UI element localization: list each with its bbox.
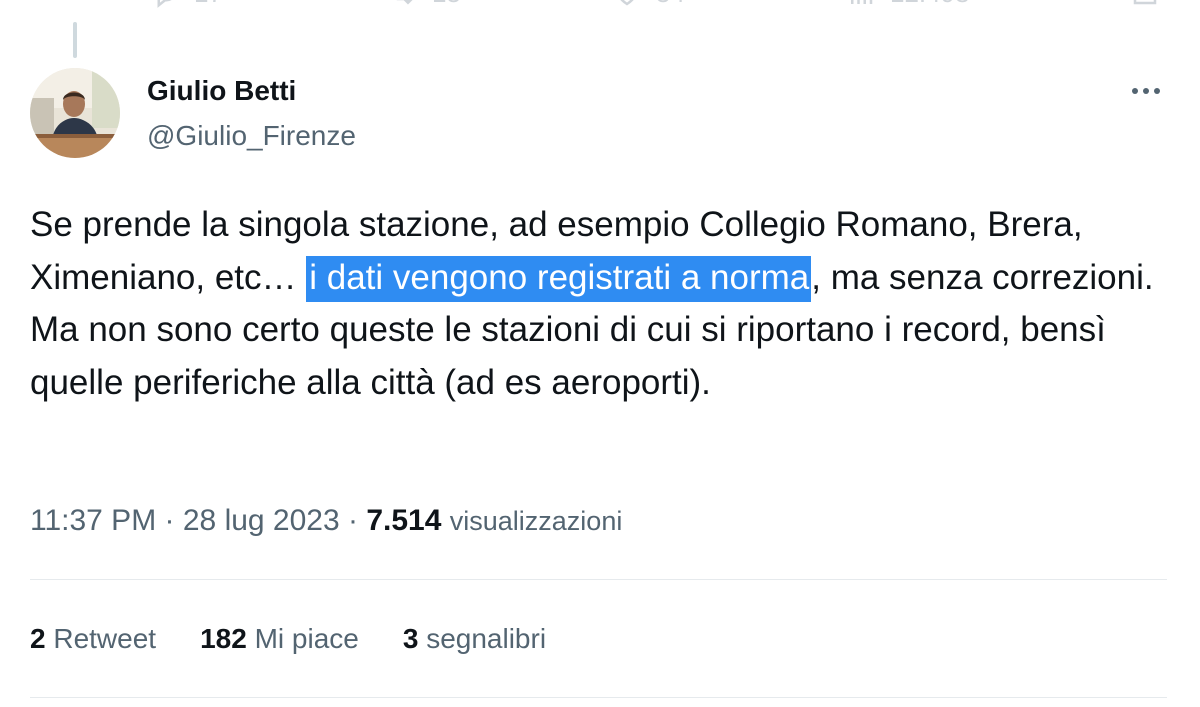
author-display-name[interactable]: Giulio Betti [147, 74, 296, 108]
tweet-meta: 11:37 PM · 28 lug 2023 · 7.514 visualizz… [30, 501, 622, 541]
retweets-stat[interactable]: 2 Retweet [30, 619, 156, 659]
avatar[interactable] [30, 68, 120, 158]
more-options-button[interactable] [1124, 78, 1168, 104]
bookmarks-count: 3 [402, 623, 419, 654]
likes-label: Mi piace [254, 623, 359, 654]
tweet-text-selection: i dati vengono registrati a norma [306, 255, 812, 302]
likes-count: 182 [200, 623, 247, 654]
previous-view-count: 12.498 [890, 0, 970, 9]
previous-like-count: 54 [656, 0, 685, 9]
more-horizontal-icon-dot [1154, 88, 1160, 94]
retweets-label: Retweet [53, 623, 157, 654]
views-label: visualizzazioni [449, 506, 623, 536]
meta-separator: · [339, 504, 367, 537]
analytics-icon [851, 0, 873, 4]
previous-retweet-count: 15 [432, 0, 461, 9]
engagement-stats: 2 Retweet 182 Mi piace 3 segnalibri [30, 619, 546, 659]
heart-icon [620, 0, 634, 5]
author-handle[interactable]: @Giulio_Firenze [147, 119, 356, 153]
more-horizontal-icon [1132, 88, 1138, 94]
tweet-text: Se prende la singola stazione, ad esempi… [30, 199, 1170, 409]
previous-reply-action[interactable]: 17 [150, 0, 223, 9]
retweets-count: 2 [30, 623, 46, 654]
divider [30, 697, 1167, 698]
thread-connector-line [73, 22, 77, 58]
previous-reply-count: 17 [194, 0, 223, 9]
previous-like-action[interactable]: 54 [612, 0, 685, 9]
reply-icon [157, 0, 171, 8]
retweet-icon [403, 0, 413, 5]
bookmarks-stat[interactable]: 3 segnalibri [403, 619, 546, 659]
profile-photo [30, 68, 120, 158]
divider [30, 579, 1167, 580]
share-icon [1133, 0, 1157, 5]
views-count: 7.514 [366, 504, 442, 537]
tweet-date[interactable]: 28 lug 2023 [183, 504, 340, 537]
tweet-time[interactable]: 11:37 PM [30, 504, 156, 537]
more-horizontal-icon-dot [1143, 88, 1149, 94]
previous-tweet-action-bar: 17 15 54 12.498 [0, 0, 1200, 8]
previous-retweet-action[interactable]: 15 [388, 0, 461, 9]
bookmarks-label: segnalibri [426, 623, 547, 654]
previous-views-action[interactable]: 12.498 [846, 0, 970, 9]
meta-separator: · [156, 504, 183, 537]
likes-stat[interactable]: 182 Mi piace [200, 619, 359, 659]
previous-share-action[interactable] [1130, 0, 1160, 8]
